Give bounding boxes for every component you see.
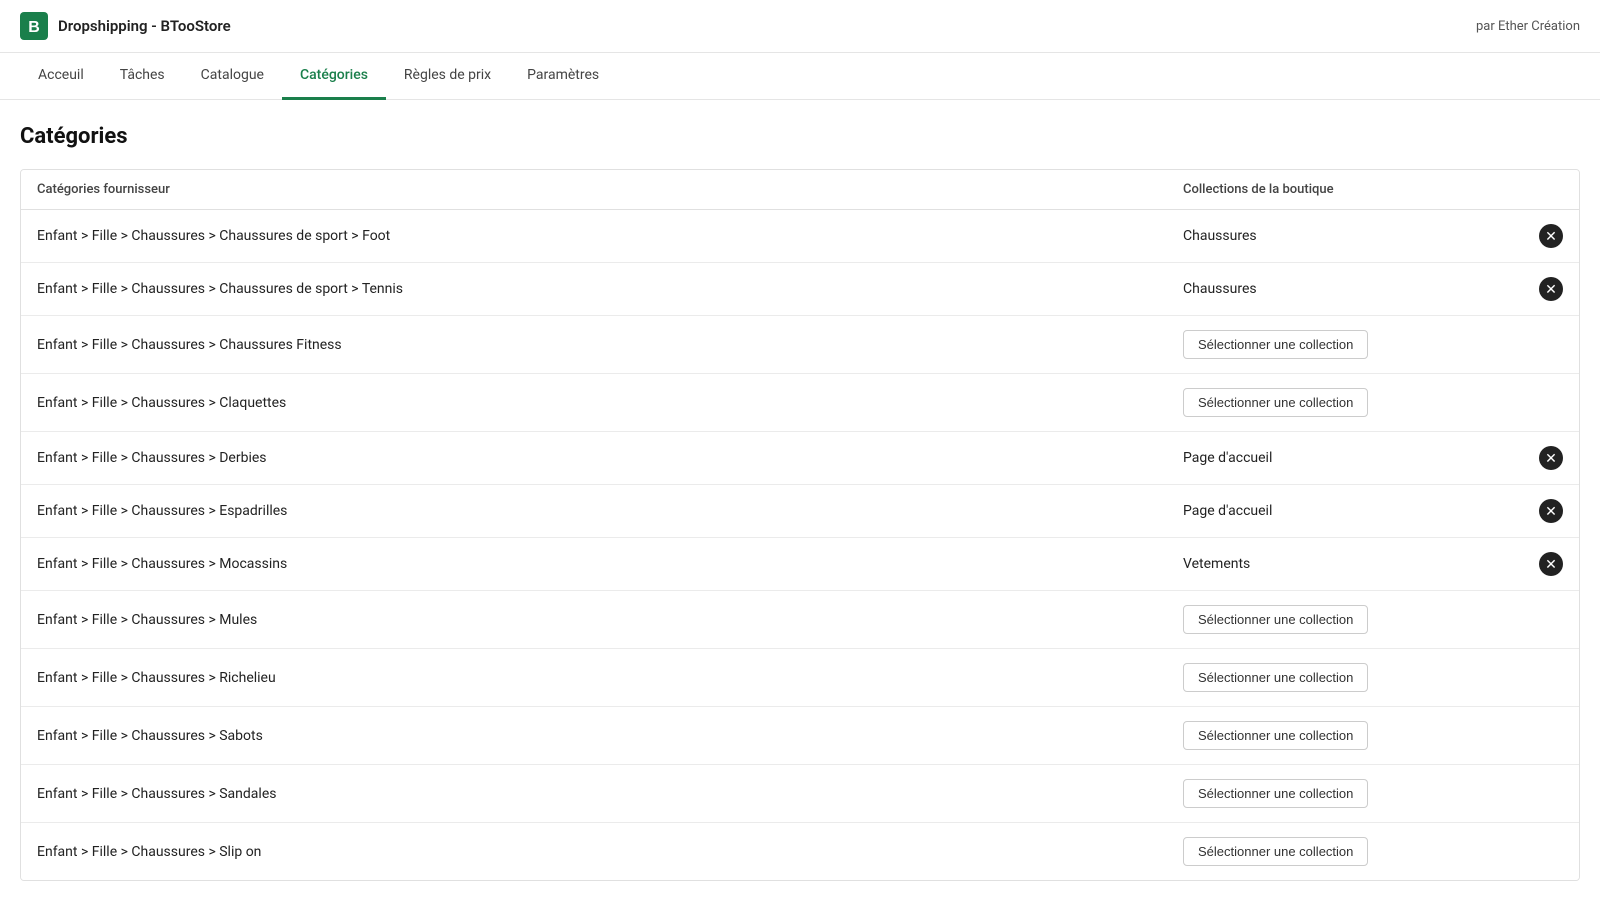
row-collection-cell: Sélectionner une collection bbox=[1183, 721, 1563, 750]
row-collection-cell: Page d'accueil ✕ bbox=[1183, 446, 1563, 470]
row-collection-cell: Page d'accueil ✕ bbox=[1183, 499, 1563, 523]
collection-name: Chaussures bbox=[1183, 228, 1527, 244]
select-collection-button[interactable]: Sélectionner une collection bbox=[1183, 605, 1368, 634]
supplier-category: Enfant > Fille > Chaussures > Mules bbox=[37, 612, 1183, 628]
select-collection-button[interactable]: Sélectionner une collection bbox=[1183, 330, 1368, 359]
table-row: Enfant > Fille > Chaussures > SandalesSé… bbox=[21, 765, 1579, 823]
table-row: Enfant > Fille > Chaussures > MocassinsV… bbox=[21, 538, 1579, 591]
categories-table: Catégories fournisseur Collections de la… bbox=[20, 169, 1580, 881]
nav-catalogue[interactable]: Catalogue bbox=[183, 53, 282, 100]
row-collection-cell: Sélectionner une collection bbox=[1183, 388, 1563, 417]
select-collection-button[interactable]: Sélectionner une collection bbox=[1183, 837, 1368, 866]
nav-parametres[interactable]: Paramètres bbox=[509, 53, 617, 100]
page-title: Catégories bbox=[20, 124, 1580, 149]
supplier-category: Enfant > Fille > Chaussures > Claquettes bbox=[37, 395, 1183, 411]
main-nav: Acceuil Tâches Catalogue Catégories Règl… bbox=[0, 53, 1600, 100]
app-credit: par Ether Création bbox=[1476, 19, 1580, 34]
table-row: Enfant > Fille > Chaussures > Claquettes… bbox=[21, 374, 1579, 432]
supplier-category: Enfant > Fille > Chaussures > Mocassins bbox=[37, 556, 1183, 572]
supplier-category: Enfant > Fille > Chaussures > Espadrille… bbox=[37, 503, 1183, 519]
nav-regles-prix[interactable]: Règles de prix bbox=[386, 53, 509, 100]
select-collection-button[interactable]: Sélectionner une collection bbox=[1183, 721, 1368, 750]
table-row: Enfant > Fille > Chaussures > Espadrille… bbox=[21, 485, 1579, 538]
row-collection-cell: Vetements ✕ bbox=[1183, 552, 1563, 576]
supplier-category: Enfant > Fille > Chaussures > Chaussures… bbox=[37, 337, 1183, 353]
top-bar: B Dropshipping - BTooStore par Ether Cré… bbox=[0, 0, 1600, 53]
collection-name: Page d'accueil bbox=[1183, 450, 1527, 466]
collection-name: Chaussures bbox=[1183, 281, 1527, 297]
table-row: Enfant > Fille > Chaussures > RichelieuS… bbox=[21, 649, 1579, 707]
nav-acceuil[interactable]: Acceuil bbox=[20, 53, 102, 100]
select-collection-button[interactable]: Sélectionner une collection bbox=[1183, 663, 1368, 692]
supplier-category: Enfant > Fille > Chaussures > Derbies bbox=[37, 450, 1183, 466]
nav-categories[interactable]: Catégories bbox=[282, 53, 386, 100]
row-collection-cell: Chaussures ✕ bbox=[1183, 277, 1563, 301]
row-collection-cell: Sélectionner une collection bbox=[1183, 779, 1563, 808]
table-body: Enfant > Fille > Chaussures > Chaussures… bbox=[21, 210, 1579, 880]
table-row: Enfant > Fille > Chaussures > DerbiesPag… bbox=[21, 432, 1579, 485]
row-collection-cell: Chaussures ✕ bbox=[1183, 224, 1563, 248]
header-supplier: Catégories fournisseur bbox=[37, 182, 1183, 197]
select-collection-button[interactable]: Sélectionner une collection bbox=[1183, 779, 1368, 808]
header-collection: Collections de la boutique bbox=[1183, 182, 1563, 197]
table-row: Enfant > Fille > Chaussures > Slip onSél… bbox=[21, 823, 1579, 880]
supplier-category: Enfant > Fille > Chaussures > Sabots bbox=[37, 728, 1183, 744]
main-content: Catégories Catégories fournisseur Collec… bbox=[0, 100, 1600, 905]
supplier-category: Enfant > Fille > Chaussures > Slip on bbox=[37, 844, 1183, 860]
table-row: Enfant > Fille > Chaussures > Chaussures… bbox=[21, 263, 1579, 316]
app-title: Dropshipping - BTooStore bbox=[58, 17, 231, 35]
supplier-category: Enfant > Fille > Chaussures > Chaussures… bbox=[37, 228, 1183, 244]
row-collection-cell: Sélectionner une collection bbox=[1183, 605, 1563, 634]
nav-taches[interactable]: Tâches bbox=[102, 53, 183, 100]
collection-name: Vetements bbox=[1183, 556, 1527, 572]
table-row: Enfant > Fille > Chaussures > MulesSélec… bbox=[21, 591, 1579, 649]
select-collection-button[interactable]: Sélectionner une collection bbox=[1183, 388, 1368, 417]
app-brand: B Dropshipping - BTooStore bbox=[20, 12, 231, 40]
remove-collection-button[interactable]: ✕ bbox=[1539, 552, 1563, 576]
remove-collection-button[interactable]: ✕ bbox=[1539, 224, 1563, 248]
row-collection-cell: Sélectionner une collection bbox=[1183, 663, 1563, 692]
supplier-category: Enfant > Fille > Chaussures > Chaussures… bbox=[37, 281, 1183, 297]
remove-collection-button[interactable]: ✕ bbox=[1539, 446, 1563, 470]
row-collection-cell: Sélectionner une collection bbox=[1183, 330, 1563, 359]
remove-collection-button[interactable]: ✕ bbox=[1539, 499, 1563, 523]
app-logo-icon: B bbox=[20, 12, 48, 40]
row-collection-cell: Sélectionner une collection bbox=[1183, 837, 1563, 866]
table-row: Enfant > Fille > Chaussures > Chaussures… bbox=[21, 210, 1579, 263]
supplier-category: Enfant > Fille > Chaussures > Sandales bbox=[37, 786, 1183, 802]
svg-text:B: B bbox=[28, 19, 40, 36]
remove-collection-button[interactable]: ✕ bbox=[1539, 277, 1563, 301]
table-row: Enfant > Fille > Chaussures > SabotsSéle… bbox=[21, 707, 1579, 765]
table-header: Catégories fournisseur Collections de la… bbox=[21, 170, 1579, 210]
collection-name: Page d'accueil bbox=[1183, 503, 1527, 519]
supplier-category: Enfant > Fille > Chaussures > Richelieu bbox=[37, 670, 1183, 686]
table-row: Enfant > Fille > Chaussures > Chaussures… bbox=[21, 316, 1579, 374]
